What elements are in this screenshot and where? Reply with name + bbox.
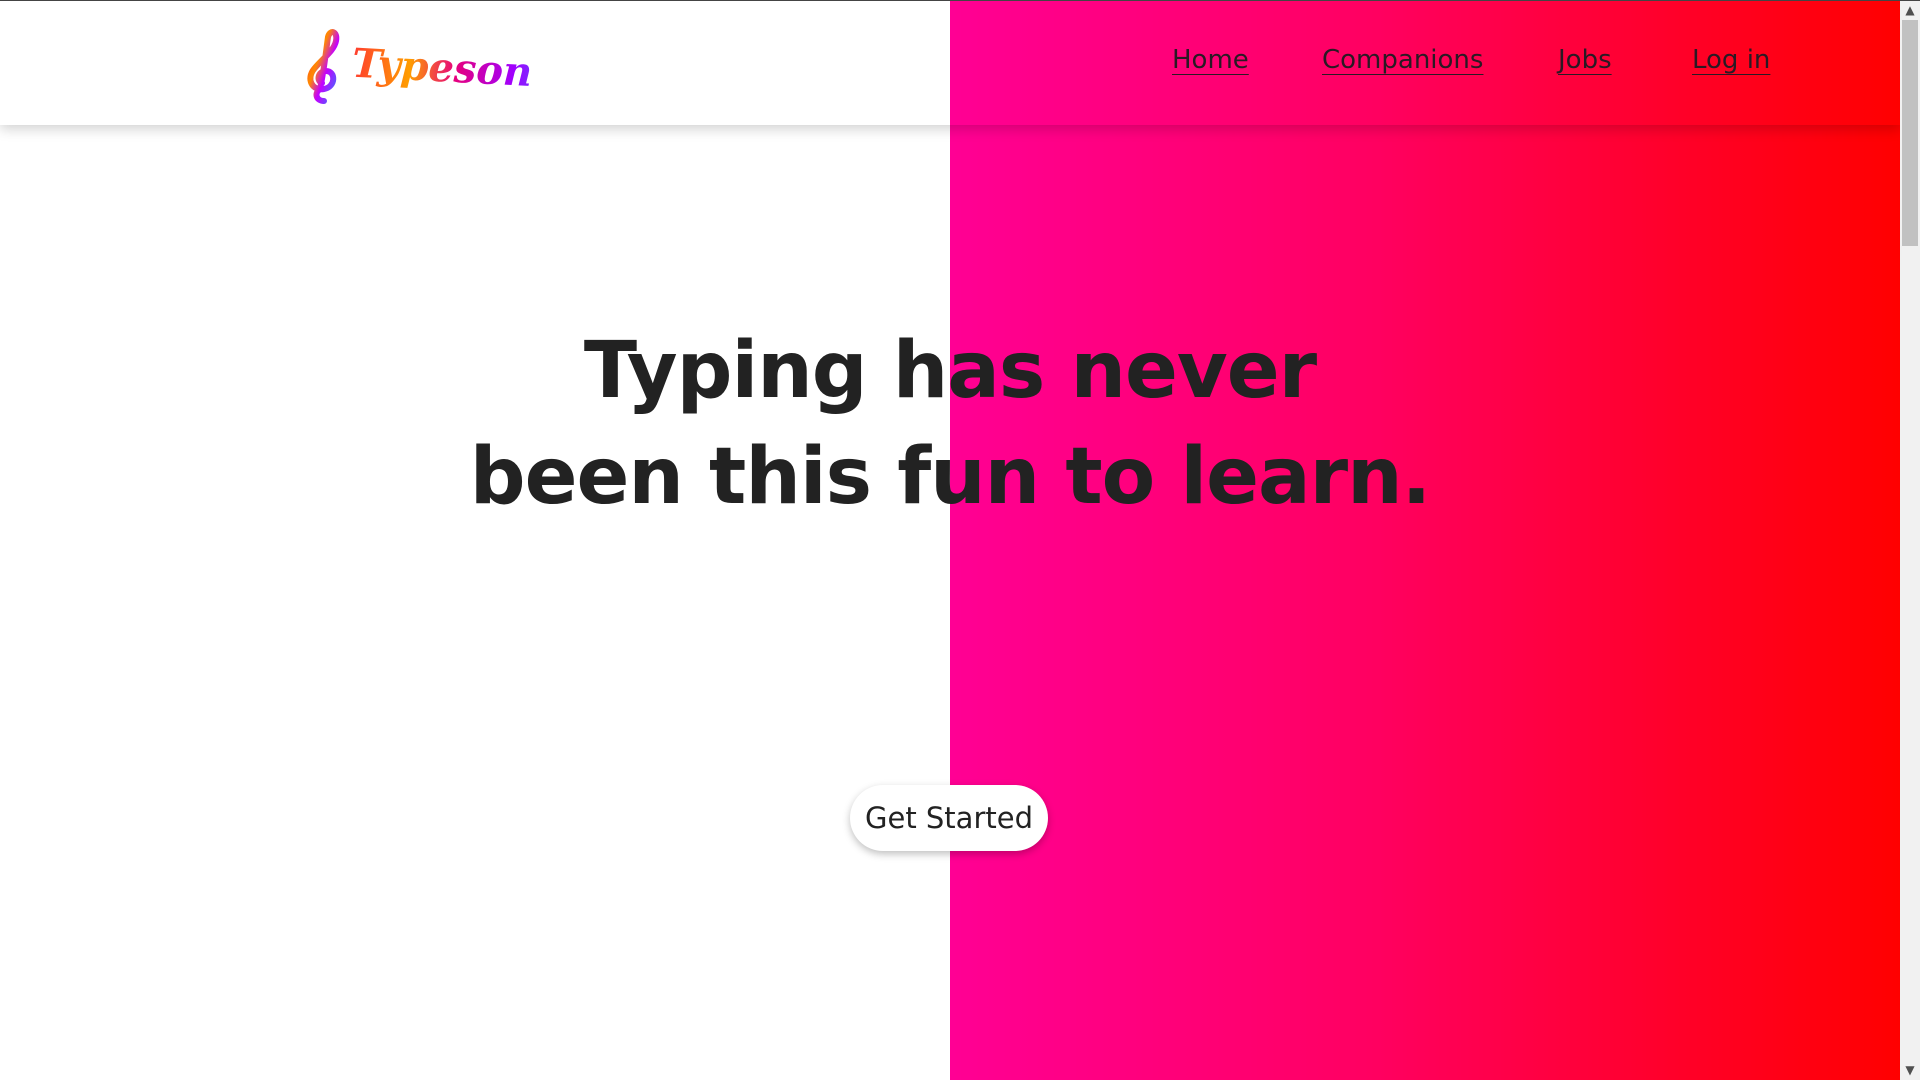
nav-login-link[interactable]: Log in	[1692, 45, 1770, 75]
nav-jobs-link[interactable]: Jobs	[1558, 45, 1612, 75]
hero-headline-line-1: Typing has never	[583, 326, 1317, 416]
main-nav: Home Companions Jobs Log in	[0, 45, 1900, 85]
hero-headline: Typing has never been this fun to learn.	[350, 318, 1550, 530]
scroll-up-arrow-icon[interactable]: ▲	[1900, 0, 1920, 20]
scroll-down-arrow-icon[interactable]: ▼	[1900, 1060, 1920, 1080]
nav-home-link[interactable]: Home	[1172, 45, 1249, 75]
brand-name: Typesongs	[296, 105, 297, 106]
window-top-border	[0, 0, 1920, 1]
get-started-button[interactable]: Get Started	[850, 785, 1048, 851]
gradient-panel	[950, 0, 1900, 1080]
nav-companions-link[interactable]: Companions	[1322, 45, 1483, 75]
navbar: Typesongs Typesongs Home Companions Jobs…	[0, 1, 1900, 125]
vertical-scrollbar[interactable]: ▲ ▼	[1900, 0, 1920, 1080]
scrollbar-thumb[interactable]	[1902, 20, 1918, 246]
hero-headline-line-2: been this fun to learn.	[469, 432, 1432, 522]
